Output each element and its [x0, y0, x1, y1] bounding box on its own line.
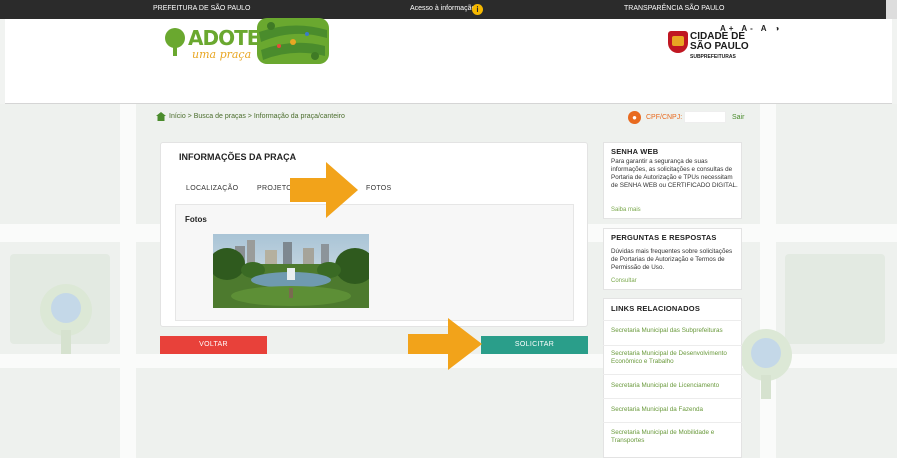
breadcrumb-text[interactable]: Início > Busca de praças > Informação da…: [169, 113, 345, 120]
logo-subtitle: uma praça: [192, 48, 252, 61]
cpf-label: CPF/CNPJ:: [646, 114, 683, 121]
prefeitura-link[interactable]: PREFEITURA DE SÃO PAULO: [153, 5, 251, 12]
cpf-field: [684, 111, 726, 123]
breadcrumb: Início > Busca de praças > Informação da…: [156, 112, 345, 121]
city-name-line2: SÃO PAULO: [690, 41, 749, 52]
related-link-subprefeituras[interactable]: Secretaria Municipal das Subprefeituras: [611, 327, 739, 335]
related-link-divider: [603, 398, 742, 399]
park-photo-image: [213, 234, 369, 308]
arrow-right-icon: [290, 162, 358, 218]
related-link-desenvolvimento[interactable]: Secretaria Municipal de Desenvolvimento …: [611, 350, 739, 366]
consultar-link[interactable]: Consultar: [611, 278, 637, 284]
info-icon[interactable]: i: [472, 4, 483, 15]
map-block: [785, 254, 885, 344]
related-link-divider: [603, 374, 742, 375]
transparencia-link[interactable]: TRANSPARÊNCIA SÃO PAULO: [624, 5, 725, 12]
senha-web-title: SENHA WEB: [611, 147, 659, 156]
park-photo[interactable]: [213, 234, 369, 308]
back-button[interactable]: VOLTAR: [160, 336, 267, 354]
map-road: [760, 104, 776, 458]
city-crest-icon: [668, 31, 688, 53]
lock-icon: ●: [628, 111, 641, 124]
home-icon[interactable]: [156, 112, 166, 121]
saiba-mais-link[interactable]: Saiba mais: [611, 207, 641, 213]
related-links-title: LINKS RELACIONADOS: [611, 304, 701, 313]
tree-icon: [740, 329, 792, 399]
logout-link[interactable]: Sair: [732, 114, 744, 121]
faq-title: PERGUNTAS E RESPOSTAS: [611, 233, 717, 242]
senha-web-text: Para garantir a segurança de suas inform…: [611, 158, 738, 189]
related-link-divider: [603, 320, 742, 321]
tree-icon: [40, 284, 92, 354]
related-link-licenciamento[interactable]: Secretaria Municipal de Licenciamento: [611, 382, 739, 390]
city-name[interactable]: CIDADE DE SÃO PAULO: [690, 32, 749, 52]
scrollbar-corner: [886, 0, 897, 19]
tab-fotos[interactable]: FOTOS: [366, 185, 391, 192]
city-subtitle: SUBPREFEITURAS: [690, 54, 736, 60]
tab-localizacao[interactable]: LOCALIZAÇÃO: [186, 185, 238, 192]
heart-tree-icon: [165, 28, 185, 48]
page-title: INFORMAÇÕES DA PRAÇA: [179, 152, 297, 162]
faq-text: Dúvidas mais frequentes sobre solicitaçõ…: [611, 248, 733, 271]
acesso-informacao-link[interactable]: Acesso à informação: [410, 5, 475, 12]
site-header: A+ A- A ◑: [5, 19, 892, 104]
map-road: [120, 104, 136, 458]
related-link-divider: [603, 422, 742, 423]
related-link-fazenda[interactable]: Secretaria Municipal da Fazenda: [611, 406, 739, 414]
arrow-right-icon: [408, 318, 482, 370]
fotos-heading: Fotos: [185, 215, 207, 224]
heart-tree-stem: [173, 46, 177, 56]
park-illustration-icon: [257, 18, 329, 64]
related-link-divider: [603, 345, 742, 346]
logo-title[interactable]: ADOTE: [188, 26, 260, 50]
solicitar-button[interactable]: SOLICITAR: [481, 336, 588, 354]
top-bar: PREFEITURA DE SÃO PAULO Acesso à informa…: [0, 0, 897, 19]
related-link-mobilidade[interactable]: Secretaria Municipal de Mobilidade e Tra…: [611, 429, 739, 445]
